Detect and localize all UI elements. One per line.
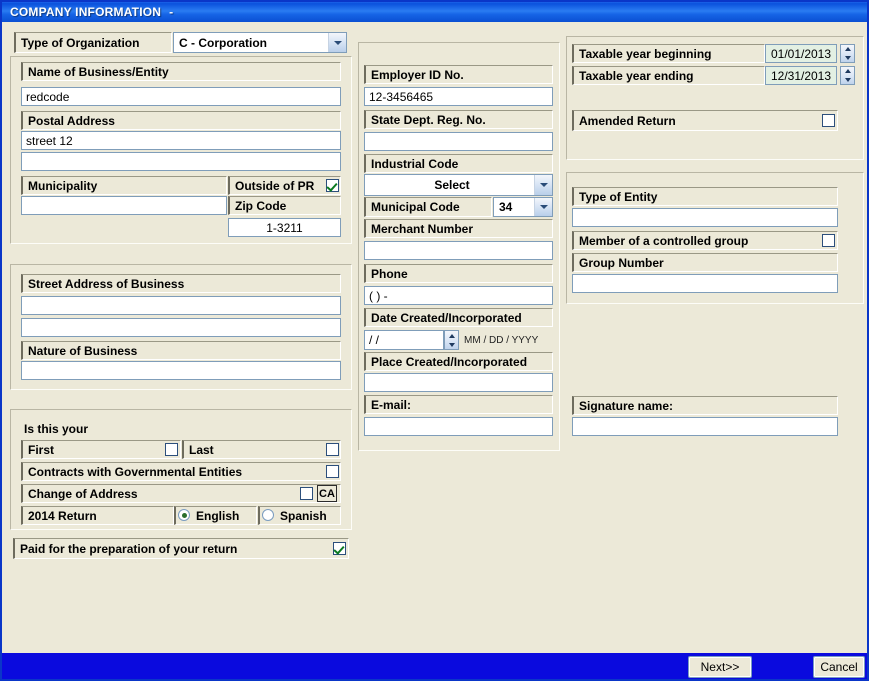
spinner-up-icon[interactable] [448, 333, 455, 338]
employer-id-input[interactable]: 12-3456465 [364, 87, 553, 106]
date-created-spinner[interactable] [444, 330, 459, 350]
first-return-checkbox[interactable] [165, 443, 178, 456]
type-of-organization-select[interactable]: C - Corporation [173, 32, 347, 53]
name-of-business-label: Name of Business/Entity [21, 62, 341, 81]
date-format-hint: MM / DD / YYYY [464, 334, 539, 346]
state-dept-reg-label: State Dept. Reg. No. [364, 110, 553, 129]
outside-of-pr-label: Outside of PR [228, 176, 341, 195]
change-of-address-checkbox[interactable] [300, 487, 313, 500]
industrial-code-label: Industrial Code [364, 154, 553, 173]
street-address-line2-input[interactable] [21, 318, 341, 337]
type-of-organization-value: C - Corporation [179, 35, 267, 50]
phone-input[interactable]: ( ) - [364, 286, 553, 305]
spinner-up-icon[interactable] [844, 47, 851, 52]
language-spanish-radio[interactable] [262, 509, 274, 521]
language-spanish-label: Spanish [280, 508, 327, 523]
zip-code-label: Zip Code [228, 196, 341, 215]
group-number-label: Group Number [572, 253, 838, 272]
date-created-label: Date Created/Incorporated [364, 308, 553, 327]
outside-of-pr-checkbox[interactable] [326, 179, 339, 192]
taxable-year-beginning-spinner[interactable] [840, 44, 855, 63]
controlled-group-checkbox[interactable] [822, 234, 835, 247]
municipality-input[interactable] [21, 196, 227, 215]
place-created-label: Place Created/Incorporated [364, 352, 553, 371]
window-titlebar: COMPANY INFORMATION - [2, 2, 867, 22]
taxable-year-beginning-input[interactable]: 01/01/2013 [765, 44, 837, 63]
state-dept-reg-input[interactable] [364, 132, 553, 151]
employer-id-label: Employer ID No. [364, 65, 553, 84]
controlled-group-label: Member of a controlled group [572, 231, 838, 250]
place-created-input[interactable] [364, 373, 553, 392]
phone-label: Phone [364, 264, 553, 283]
return-year-label: 2014 Return [21, 506, 174, 525]
first-return-label: First [21, 440, 181, 459]
last-return-checkbox[interactable] [326, 443, 339, 456]
street-address-label: Street Address of Business [21, 274, 341, 293]
signature-name-input[interactable] [572, 417, 838, 436]
street-address-line1-input[interactable] [21, 296, 341, 315]
next-button[interactable]: Next>> [688, 656, 752, 678]
language-english-label: English [196, 508, 240, 523]
merchant-number-label: Merchant Number [364, 219, 553, 238]
window-title-suffix: - [169, 5, 174, 19]
date-created-input[interactable]: / / [364, 330, 444, 350]
type-of-entity-label: Type of Entity [572, 187, 838, 206]
chevron-down-icon[interactable] [534, 198, 552, 216]
contracts-gov-entities-label: Contracts with Governmental Entities [21, 462, 341, 481]
zip-code-input[interactable]: 1-3211 [228, 218, 341, 237]
cancel-button[interactable]: Cancel [813, 656, 865, 678]
taxable-year-beginning-label: Taxable year beginning [572, 44, 765, 63]
taxable-year-ending-spinner[interactable] [840, 66, 855, 85]
chevron-down-icon[interactable] [534, 175, 552, 195]
municipal-code-value: 34 [499, 200, 513, 214]
email-label: E-mail: [364, 395, 553, 414]
email-input[interactable] [364, 417, 553, 436]
spinner-up-icon[interactable] [844, 69, 851, 74]
paid-preparation-label: Paid for the preparation of your return [13, 538, 349, 559]
amended-return-checkbox[interactable] [822, 114, 835, 127]
industrial-code-select[interactable]: Select [364, 174, 553, 196]
window-title: COMPANY INFORMATION [10, 5, 162, 19]
name-of-business-input[interactable]: redcode [21, 87, 341, 106]
chevron-down-icon[interactable] [328, 33, 346, 52]
postal-address-label: Postal Address [21, 111, 341, 130]
language-english-radio[interactable] [178, 509, 190, 521]
spinner-down-icon[interactable] [844, 77, 851, 82]
business-identity-panel [10, 56, 352, 244]
change-of-address-label: Change of Address [21, 484, 341, 503]
ca-button[interactable]: CA [317, 485, 337, 502]
municipal-code-select[interactable]: 34 [493, 197, 553, 217]
merchant-number-input[interactable] [364, 241, 553, 260]
group-number-input[interactable] [572, 274, 838, 293]
municipality-label: Municipality [21, 176, 227, 195]
nature-of-business-input[interactable] [21, 361, 341, 380]
spinner-down-icon[interactable] [844, 55, 851, 60]
company-information-window: COMPANY INFORMATION - Type of Organizati… [0, 0, 869, 681]
type-of-entity-input[interactable] [572, 208, 838, 227]
industrial-code-value: Select [434, 178, 470, 192]
taxable-year-ending-label: Taxable year ending [572, 66, 765, 85]
amended-return-label: Amended Return [572, 110, 838, 131]
postal-address-line1-input[interactable]: street 12 [21, 131, 341, 150]
spinner-down-icon[interactable] [448, 342, 455, 347]
postal-address-line2-input[interactable] [21, 152, 341, 171]
taxable-year-ending-input[interactable]: 12/31/2013 [765, 66, 837, 85]
last-return-label: Last [182, 440, 341, 459]
signature-name-label: Signature name: [572, 396, 838, 415]
municipal-code-label: Municipal Code [364, 197, 492, 217]
is-this-your-label: Is this your [24, 422, 89, 436]
type-of-organization-label: Type of Organization [14, 32, 172, 53]
contracts-gov-entities-checkbox[interactable] [326, 465, 339, 478]
paid-preparation-checkbox[interactable] [333, 542, 346, 555]
nature-of-business-label: Nature of Business [21, 341, 341, 360]
